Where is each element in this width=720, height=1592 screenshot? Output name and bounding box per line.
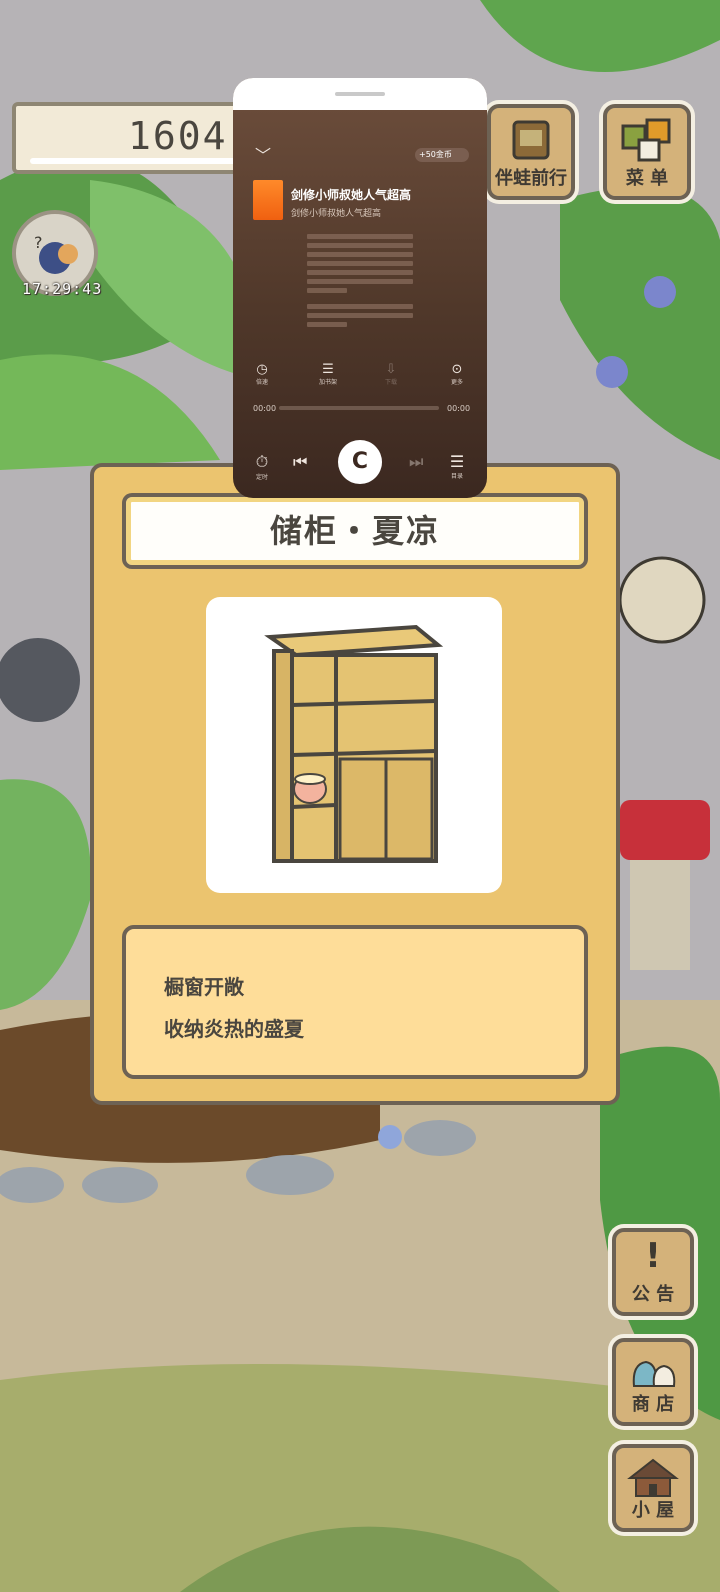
description-line: 橱窗开敞: [164, 975, 244, 999]
cabinet-illustration: [264, 624, 444, 863]
timer-control[interactable]: ⏱ 定时: [249, 452, 275, 481]
map-icon: [491, 116, 571, 168]
exclamation-icon: !: [645, 1236, 661, 1276]
item-title: 储柜・夏凉: [269, 512, 440, 550]
lyric-line: [307, 252, 413, 257]
house-button[interactable]: 小 屋: [612, 1444, 694, 1532]
more-icon: ⊙: [451, 362, 463, 377]
notice-button[interactable]: ! 公 告: [612, 1228, 694, 1316]
lyric-line: [307, 234, 413, 239]
menu-label: 菜 单: [625, 168, 669, 189]
item-title-box: 储柜・夏凉: [122, 493, 588, 569]
timer-icon: ⏱: [255, 452, 269, 471]
timer-label: 定时: [255, 474, 268, 481]
download-icon: ⇩: [385, 362, 397, 377]
clover-counter: 1604: [12, 102, 252, 174]
catalog-control[interactable]: ☰ 目录: [444, 452, 470, 480]
lyric-line: [307, 288, 347, 293]
next-track-icon[interactable]: ⏭: [409, 452, 423, 472]
lyric-line: [307, 279, 413, 284]
notice-label: 公 告: [631, 1284, 675, 1305]
audio-mini-player[interactable]: ﹀ +50金币 剑修小师叔她人气超高 剑修小师叔她人气超高 ◷ 倍速 ☰ 加书架…: [233, 78, 487, 498]
speed-control[interactable]: ◷ 倍速: [247, 362, 277, 386]
shop-label: 商 店: [631, 1394, 675, 1415]
drag-handle[interactable]: [335, 92, 385, 96]
house-label: 小 屋: [631, 1500, 675, 1521]
album-cover[interactable]: [253, 180, 283, 220]
game-scene: 1604 ? 17:29:43 伴蛙前行 菜 单 ! 公 告 商 店 小 屋 储…: [0, 0, 720, 1592]
catalog-icon: ☰: [449, 452, 465, 471]
add-shelf-label: 加书架: [318, 379, 337, 386]
description-line: 收纳炎热的盛夏: [164, 1017, 304, 1041]
lyric-line: [307, 270, 413, 275]
more-control[interactable]: ⊙ 更多: [442, 362, 472, 386]
song-artist: 剑修小师叔她人气超高: [291, 209, 382, 219]
clock-time: 17:29:43: [22, 280, 103, 298]
speed-label: 倍速: [255, 379, 268, 386]
collapse-chevron-icon[interactable]: ﹀: [255, 142, 271, 166]
lyric-line: [307, 322, 347, 327]
song-title: 剑修小师叔她人气超高: [291, 188, 412, 202]
speed-icon: ◷: [256, 362, 268, 377]
shop-button[interactable]: 商 店: [612, 1338, 694, 1426]
current-time: 00:00: [253, 404, 277, 413]
travel-label: 伴蛙前行: [495, 168, 567, 189]
previous-track-icon[interactable]: ⏮: [293, 452, 307, 472]
svg-text:?: ?: [34, 233, 43, 252]
clover-count: 1604: [128, 114, 228, 158]
download-label: 下载: [384, 379, 397, 386]
total-time: 00:00: [447, 404, 471, 413]
travel-button[interactable]: 伴蛙前行: [487, 104, 575, 200]
lyric-line: [307, 261, 413, 266]
bookshelf-icon: ☰: [322, 362, 334, 377]
item-image-box: [206, 597, 502, 893]
lyric-line: [307, 243, 413, 248]
add-shelf-control[interactable]: ☰ 加书架: [313, 362, 343, 386]
lyric-line: [307, 304, 413, 309]
coin-reward-badge[interactable]: +50金币: [415, 148, 469, 162]
lyric-line: [307, 313, 413, 318]
player-drag-bar[interactable]: [233, 78, 487, 110]
item-description-box: 橱窗开敞 收纳炎热的盛夏: [122, 925, 588, 1079]
progress-bar[interactable]: [279, 406, 439, 410]
download-control[interactable]: ⇩ 下载: [376, 362, 406, 386]
counter-bar: [30, 158, 236, 164]
play-button[interactable]: C: [338, 440, 382, 484]
more-label: 更多: [450, 379, 463, 386]
menu-tiles-icon: [607, 116, 687, 168]
catalog-label: 目录: [450, 473, 463, 480]
menu-button[interactable]: 菜 单: [603, 104, 691, 200]
